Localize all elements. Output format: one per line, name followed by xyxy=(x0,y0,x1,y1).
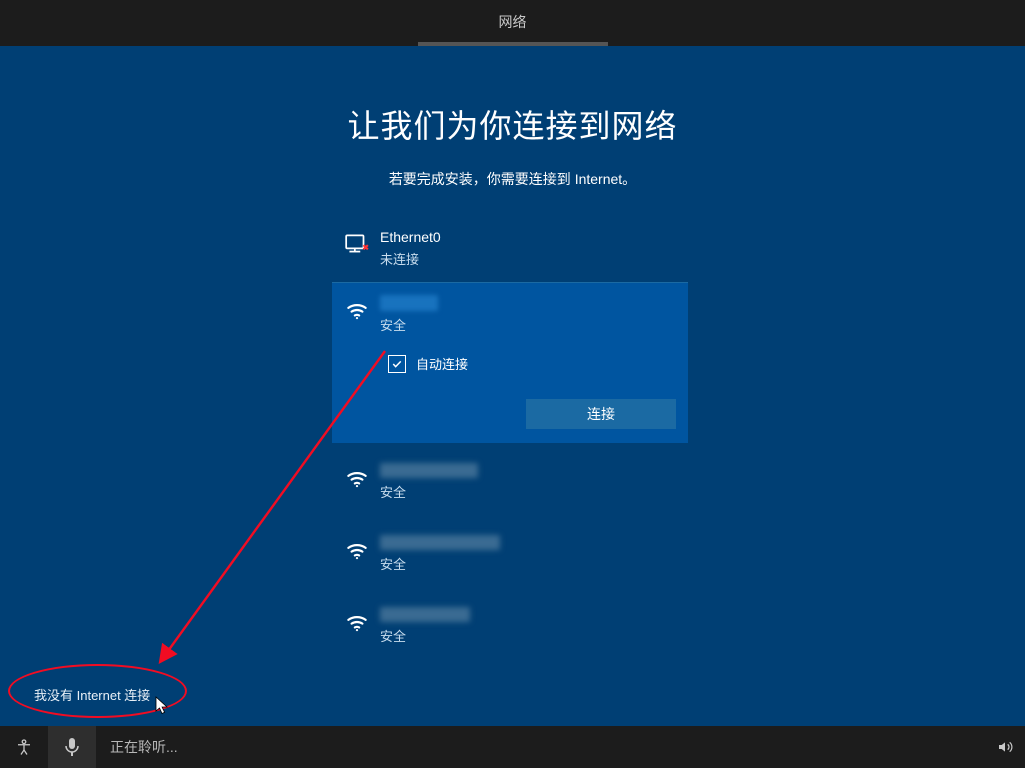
wifi-name-blurred xyxy=(380,295,438,311)
header-tab-network[interactable]: 网络 xyxy=(418,12,608,46)
wifi-status: 安全 xyxy=(380,626,470,645)
ethernet-name: Ethernet0 xyxy=(380,229,441,245)
auto-connect-label: 自动连接 xyxy=(416,354,468,373)
wifi-status: 安全 xyxy=(380,482,478,501)
ethernet-status: 未连接 xyxy=(380,249,441,268)
page-title: 让我们为你连接到网络 xyxy=(0,101,1025,147)
wifi-item[interactable]: 安全 xyxy=(332,597,688,655)
accessibility-icon xyxy=(15,738,33,756)
cursor-icon xyxy=(155,696,169,716)
mic-icon xyxy=(65,738,79,756)
wifi-status: 安全 xyxy=(380,554,500,573)
mic-button[interactable] xyxy=(48,726,96,768)
wifi-name-blurred xyxy=(380,535,500,550)
wifi-icon xyxy=(344,297,370,323)
wifi-icon xyxy=(344,537,370,563)
volume-icon xyxy=(997,739,1013,755)
network-list: Ethernet0 未连接 xyxy=(332,219,688,655)
connect-button[interactable]: 连接 xyxy=(526,399,676,429)
wifi-item[interactable]: 安全 xyxy=(332,453,688,511)
wifi-icon xyxy=(344,465,370,491)
volume-button[interactable] xyxy=(997,726,1013,768)
wifi-icon xyxy=(344,609,370,635)
footer-bar: 正在聆听... xyxy=(0,726,1025,768)
wifi-status: 安全 xyxy=(380,315,438,334)
header-bar: 网络 xyxy=(0,0,1025,46)
wifi-item-selected[interactable]: 安全 自动连接 连接 xyxy=(332,283,688,443)
page-subtitle: 若要完成安装，你需要连接到 Internet。 xyxy=(0,169,1025,189)
wifi-name-blurred xyxy=(380,607,470,622)
accessibility-button[interactable] xyxy=(0,726,48,768)
auto-connect-checkbox[interactable] xyxy=(388,355,406,373)
ethernet-icon xyxy=(344,231,370,257)
checkmark-icon xyxy=(391,358,403,370)
wifi-name-blurred xyxy=(380,463,478,478)
ethernet-item[interactable]: Ethernet0 未连接 xyxy=(332,219,688,283)
listening-label: 正在聆听... xyxy=(110,737,178,757)
wifi-item[interactable]: 安全 xyxy=(332,525,688,583)
main-panel: 让我们为你连接到网络 若要完成安装，你需要连接到 Internet。 Ether… xyxy=(0,46,1025,726)
no-internet-link[interactable]: 我没有 Internet 连接 xyxy=(34,685,150,704)
